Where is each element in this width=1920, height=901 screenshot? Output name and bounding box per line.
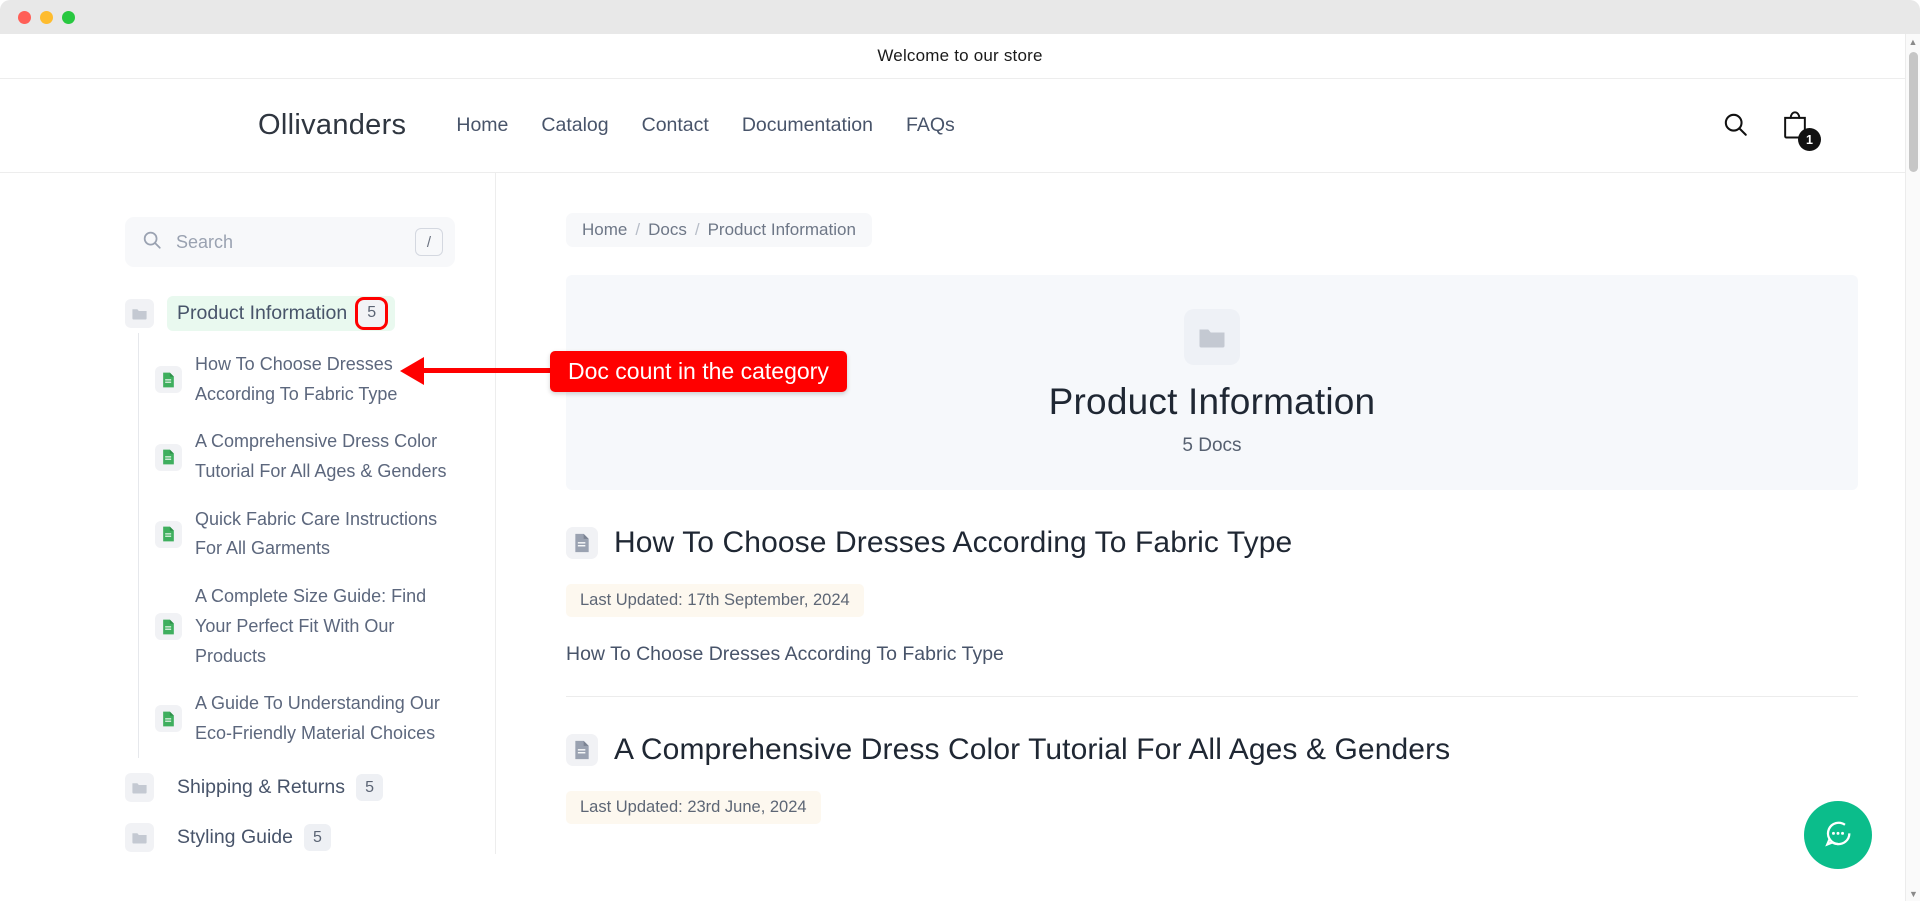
folder-icon (1184, 308, 1240, 365)
sidebar-doc-item[interactable]: Quick Fabric Care Instructions For All G… (155, 496, 455, 573)
sidebar-doc-item[interactable]: A Complete Size Guide: Find Your Perfect… (155, 573, 455, 680)
brand-logo[interactable]: Ollivanders (258, 109, 406, 142)
chat-widget-button[interactable] (1804, 801, 1872, 869)
doc-entry-title[interactable]: A Comprehensive Dress Color Tutorial For… (614, 733, 1450, 767)
sidebar-category-count: 5 (303, 824, 331, 852)
breadcrumb: Home / Docs / Product Information (566, 213, 872, 247)
cart-count-badge: 1 (1798, 128, 1821, 151)
sidebar-category-label: Product Information (177, 301, 348, 324)
window-minimize-button[interactable] (40, 10, 53, 24)
doc-count-label: 5 Docs (1182, 434, 1242, 456)
page-body: Search / Product Information 5 How To Ch… (0, 173, 1920, 854)
doc-entry-header: A Comprehensive Dress Color Tutorial For… (566, 733, 1858, 767)
doc-last-updated: Last Updated: 17th September, 2024 (566, 584, 864, 617)
sidebar-category-count: 5 (356, 774, 384, 802)
scroll-thumb[interactable] (1909, 52, 1918, 172)
document-icon (155, 366, 182, 394)
annotation-label: Doc count in the category (550, 351, 847, 392)
search-button[interactable] (1721, 110, 1750, 142)
document-icon (155, 443, 182, 471)
sidebar-category-styling-guide[interactable]: Styling Guide 5 (125, 818, 455, 854)
folder-icon (125, 823, 154, 853)
chat-bubble-icon (1822, 818, 1854, 853)
main-navigation: Home Catalog Contact Documentation FAQs (456, 114, 954, 137)
sidebar-doc-label: A Comprehensive Dress Color Tutorial For… (195, 431, 447, 482)
scroll-down-arrow[interactable]: ▼ (1906, 886, 1920, 901)
document-icon (566, 527, 598, 559)
search-shortcut-key: / (415, 228, 443, 256)
doc-entry-excerpt: How To Choose Dresses According To Fabri… (566, 643, 1004, 665)
nav-catalog[interactable]: Catalog (541, 114, 608, 137)
sidebar-category-shipping-returns[interactable]: Shipping & Returns 5 (125, 768, 455, 808)
page-viewport: Welcome to our store Ollivanders Home Ca… (0, 34, 1920, 901)
sidebar-doc-item[interactable]: A Guide To Understanding Our Eco-Friendl… (155, 680, 455, 757)
doc-entry-header: How To Choose Dresses According To Fabri… (566, 526, 1858, 560)
doc-entry[interactable]: A Comprehensive Dress Color Tutorial For… (566, 697, 1858, 854)
breadcrumb-docs[interactable]: Docs (648, 220, 687, 240)
nav-documentation[interactable]: Documentation (742, 114, 873, 137)
nav-faqs[interactable]: FAQs (906, 114, 955, 137)
breadcrumb-current: Product Information (707, 220, 856, 239)
annotation-arrow-line (417, 368, 572, 373)
sidebar-doc-list: How To Choose Dresses According To Fabri… (138, 333, 455, 758)
sidebar-doc-label: A Complete Size Guide: Find Your Perfect… (195, 586, 427, 666)
page-scrollbar[interactable]: ▲ ▼ (1905, 34, 1920, 901)
scroll-up-arrow[interactable]: ▲ (1906, 34, 1920, 49)
document-icon (155, 705, 182, 733)
document-icon (155, 520, 182, 548)
folder-icon (125, 773, 154, 803)
nav-contact[interactable]: Contact (642, 114, 709, 137)
breadcrumb-separator: / (694, 220, 700, 239)
breadcrumb-home[interactable]: Home (582, 220, 627, 240)
docs-sidebar: Search / Product Information 5 How To Ch… (0, 173, 496, 854)
window-zoom-button[interactable] (62, 10, 75, 24)
page-title: Product Information (1048, 380, 1376, 422)
sidebar-doc-item[interactable]: A Comprehensive Dress Color Tutorial For… (155, 418, 455, 495)
site-header: Ollivanders Home Catalog Contact Documen… (0, 78, 1920, 173)
sidebar-doc-label: Quick Fabric Care Instructions For All G… (195, 508, 438, 559)
header-actions: 1 (1721, 108, 1860, 151)
announcement-text: Welcome to our store (877, 46, 1043, 65)
sidebar-doc-label: A Guide To Understanding Our Eco-Friendl… (195, 693, 440, 743)
sidebar-category-label: Shipping & Returns (177, 776, 346, 799)
window-close-button[interactable] (18, 10, 31, 24)
sidebar-category-product-information[interactable]: Product Information 5 (125, 293, 455, 333)
document-icon (566, 734, 598, 766)
sidebar-category-label: Styling Guide (177, 826, 293, 849)
doc-entry[interactable]: How To Choose Dresses According To Fabri… (566, 490, 1858, 697)
breadcrumb-separator: / (635, 220, 641, 239)
main-content: Home / Docs / Product Information Produc… (496, 173, 1920, 854)
document-icon (155, 613, 182, 641)
folder-icon (125, 298, 154, 328)
search-input[interactable]: Search (176, 232, 402, 253)
sidebar-category-count: 5 (355, 296, 389, 330)
sidebar-search[interactable]: Search / (125, 217, 455, 267)
announcement-bar: Welcome to our store (0, 34, 1920, 78)
browser-title-bar (0, 0, 1920, 34)
doc-entry-title[interactable]: How To Choose Dresses According To Fabri… (614, 526, 1292, 560)
search-icon (141, 229, 163, 256)
doc-last-updated: Last Updated: 23rd June, 2024 (566, 791, 821, 824)
annotation-arrow-head (400, 357, 424, 385)
cart-button[interactable]: 1 (1780, 108, 1821, 151)
search-icon (1721, 110, 1750, 142)
nav-home[interactable]: Home (456, 114, 508, 137)
